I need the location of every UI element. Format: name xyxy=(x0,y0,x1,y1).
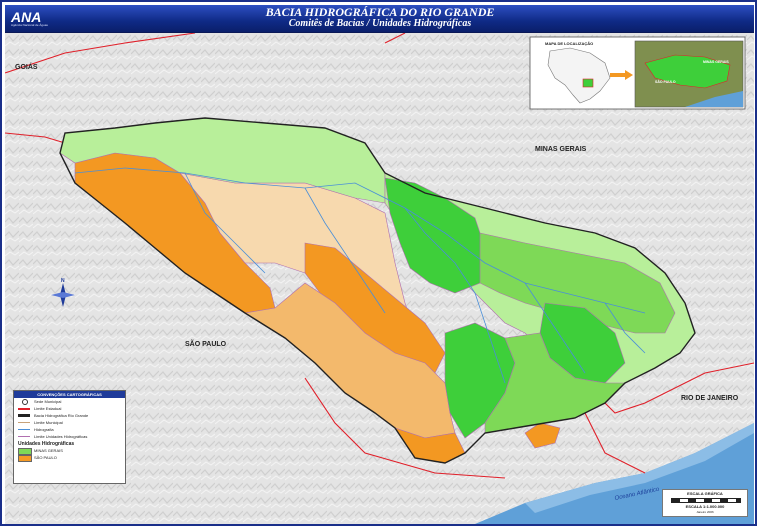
north-label: N xyxy=(61,278,65,284)
legend-item: Limite Municipal xyxy=(14,419,125,426)
legend-unit-label: SÃO PAULO xyxy=(34,455,57,460)
map-title: BACIA HIDROGRÁFICA DO RIO GRANDE xyxy=(265,5,495,19)
header-bar: ANA Agência Nacional de Águas BACIA HIDR… xyxy=(5,5,754,33)
state-label-goias: GOIÁS xyxy=(15,62,38,71)
location-inset-title: MAPA DE LOCALIZAÇÃO xyxy=(545,41,593,46)
legend-unit: MINAS GERAIS xyxy=(14,447,125,455)
legend-item: Limite Estadual xyxy=(14,405,125,412)
river-line-swatch xyxy=(18,429,30,430)
legend-item-label: Hidrografia xyxy=(34,427,54,432)
legend-item-label: Limite Unidades Hidrográficas xyxy=(34,434,88,439)
map-subtitle: Comitês de Bacias / Unidades Hidrográfic… xyxy=(288,18,472,29)
legend-item-label: Bacia Hidrográfica Rio Grande xyxy=(34,413,89,418)
location-highlight-box xyxy=(582,78,594,88)
municipal-line-swatch xyxy=(18,422,30,423)
legend-unit-label: MINAS GERAIS xyxy=(34,448,63,453)
scale-bar xyxy=(671,498,741,503)
map-frame: ANA Agência Nacional de Águas BACIA HIDR… xyxy=(0,0,757,526)
unit-sp-swatch xyxy=(18,455,32,462)
legend-item-label: Limite Estadual xyxy=(34,406,62,411)
basin-line-swatch xyxy=(18,414,30,417)
ana-logo: ANA Agência Nacional de Águas xyxy=(11,9,81,29)
map-legend: CONVENÇÕES CARTOGRÁFICAS Sede Municipal … xyxy=(13,390,126,484)
location-inset: MAPA DE LOCALIZAÇÃO MINAS GERAIS SÃO PAU… xyxy=(529,36,746,110)
scale-ratio: ESCALA 1:1.000.000 xyxy=(685,504,725,509)
legend-item: Bacia Hidrográfica Rio Grande xyxy=(14,412,125,419)
state-label-sao-paulo: SÃO PAULO xyxy=(185,339,227,348)
state-label-minas-gerais: MINAS GERAIS xyxy=(535,146,587,153)
legend-item-label: Sede Municipal xyxy=(34,399,62,404)
map-date: Janeiro 2006 xyxy=(696,510,714,514)
scale-title: ESCALA GRÁFICA xyxy=(687,491,723,496)
state-label-rio-de-janeiro: RIO DE JANEIRO xyxy=(681,395,739,402)
legend-unit: SÃO PAULO xyxy=(14,454,125,462)
legend-item: Limite Unidades Hidrográficas xyxy=(14,433,125,440)
legend-item: Hidrografia xyxy=(14,426,125,433)
unit-line-swatch xyxy=(18,436,30,437)
legend-title: CONVENÇÕES CARTOGRÁFICAS xyxy=(14,391,125,398)
scale-box: ESCALA GRÁFICA ESCALA 1:1.000.000 Janeir… xyxy=(662,489,748,517)
detail-label-sp: SÃO PAULO xyxy=(655,79,676,84)
legend-item: Sede Municipal xyxy=(14,398,125,405)
state-line-swatch xyxy=(18,408,30,410)
legend-item-label: Limite Municipal xyxy=(34,420,63,425)
detail-label-mg: MINAS GERAIS xyxy=(703,60,729,64)
agency-name: Agência Nacional de Águas xyxy=(11,23,48,27)
